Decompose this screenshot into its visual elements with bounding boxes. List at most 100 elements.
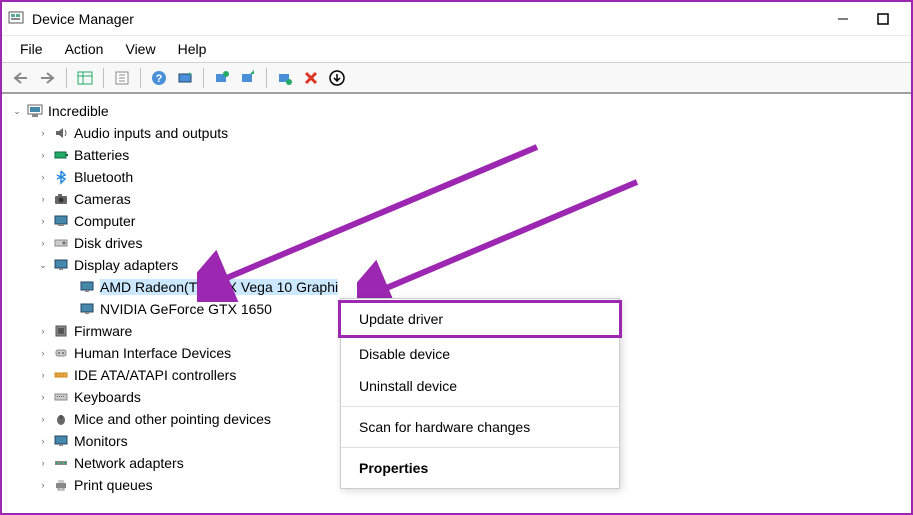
toolbar-separator: [266, 68, 267, 88]
expand-icon[interactable]: ›: [36, 214, 50, 228]
tree-label: Computer: [74, 213, 135, 229]
uninstall-button[interactable]: [236, 66, 260, 90]
ctx-separator: [341, 406, 619, 407]
tree-label: Bluetooth: [74, 169, 133, 185]
ctx-properties[interactable]: Properties: [341, 452, 619, 484]
window-title: Device Manager: [32, 11, 835, 27]
tree-label: IDE ATA/ATAPI controllers: [74, 367, 236, 383]
computer-icon: [26, 102, 44, 120]
no-expand: [62, 302, 76, 316]
menu-help[interactable]: Help: [168, 39, 217, 59]
tree-item-display-adapters[interactable]: ⌄ Display adapters: [6, 254, 907, 276]
update-driver-button[interactable]: [210, 66, 234, 90]
printer-icon: [52, 476, 70, 494]
bluetooth-icon: [52, 168, 70, 186]
toolbar-separator: [203, 68, 204, 88]
menu-action[interactable]: Action: [55, 39, 114, 59]
tree-item-amd-radeon[interactable]: AMD Radeon(TM) RX Vega 10 Graphi: [6, 276, 907, 298]
expand-icon[interactable]: ›: [36, 192, 50, 206]
disk-icon: [52, 234, 70, 252]
back-button[interactable]: [10, 66, 34, 90]
camera-icon: [52, 190, 70, 208]
expand-icon[interactable]: ›: [36, 236, 50, 250]
expand-icon[interactable]: ›: [36, 170, 50, 184]
show-hidden-button[interactable]: [73, 66, 97, 90]
menubar: File Action View Help: [2, 36, 911, 62]
expand-icon[interactable]: ›: [36, 390, 50, 404]
tree-label: Cameras: [74, 191, 131, 207]
display-icon: [78, 300, 96, 318]
svg-text:?: ?: [156, 73, 163, 85]
scan-button[interactable]: [173, 66, 197, 90]
tree-label: Print queues: [74, 477, 153, 493]
window-controls: [835, 11, 905, 27]
no-expand: [62, 280, 76, 294]
context-menu: Update driver Disable device Uninstall d…: [340, 298, 620, 489]
forward-button[interactable]: [36, 66, 60, 90]
tree-item-audio[interactable]: › Audio inputs and outputs: [6, 122, 907, 144]
tree-label: Mice and other pointing devices: [74, 411, 271, 427]
tree-item-bluetooth[interactable]: › Bluetooth: [6, 166, 907, 188]
mouse-icon: [52, 410, 70, 428]
tree-label: Keyboards: [74, 389, 141, 405]
tree-label: NVIDIA GeForce GTX 1650: [100, 301, 272, 317]
properties-button[interactable]: [110, 66, 134, 90]
toolbar-separator: [66, 68, 67, 88]
ide-icon: [52, 366, 70, 384]
toolbar: ?: [2, 62, 911, 94]
collapse-icon[interactable]: ⌄: [10, 104, 24, 118]
tree-label: Firmware: [74, 323, 132, 339]
computer-icon: [52, 212, 70, 230]
tree-label: Audio inputs and outputs: [74, 125, 228, 141]
app-icon: [8, 11, 24, 27]
toolbar-separator: [140, 68, 141, 88]
display-icon: [52, 256, 70, 274]
expand-icon[interactable]: ›: [36, 456, 50, 470]
menu-view[interactable]: View: [115, 39, 165, 59]
firmware-icon: [52, 322, 70, 340]
ctx-scan[interactable]: Scan for hardware changes: [341, 411, 619, 443]
expand-icon[interactable]: ›: [36, 434, 50, 448]
expand-icon[interactable]: ›: [36, 368, 50, 382]
maximize-button[interactable]: [875, 11, 891, 27]
help-button[interactable]: ?: [147, 66, 171, 90]
tree-item-cameras[interactable]: › Cameras: [6, 188, 907, 210]
tree-label: Batteries: [74, 147, 129, 163]
tree-label: Disk drives: [74, 235, 142, 251]
enable-button[interactable]: [325, 66, 349, 90]
hid-icon: [52, 344, 70, 362]
device-manager-window: Device Manager File Action View Help ?: [0, 0, 913, 515]
tree-label: AMD Radeon(TM) RX Vega 10 Graphi: [100, 279, 338, 295]
expand-icon[interactable]: ›: [36, 148, 50, 162]
ctx-uninstall-device[interactable]: Uninstall device: [341, 370, 619, 402]
tree-label: Display adapters: [74, 257, 178, 273]
tree-item-disk-drives[interactable]: › Disk drives: [6, 232, 907, 254]
battery-icon: [52, 146, 70, 164]
disable-button[interactable]: [273, 66, 297, 90]
delete-button[interactable]: [299, 66, 323, 90]
ctx-update-driver[interactable]: Update driver: [338, 300, 622, 338]
expand-icon[interactable]: ›: [36, 478, 50, 492]
menu-file[interactable]: File: [10, 39, 53, 59]
ctx-disable-device[interactable]: Disable device: [341, 338, 619, 370]
audio-icon: [52, 124, 70, 142]
expand-icon[interactable]: ›: [36, 126, 50, 140]
expand-icon[interactable]: ›: [36, 346, 50, 360]
tree-item-batteries[interactable]: › Batteries: [6, 144, 907, 166]
tree-label: Incredible: [48, 103, 109, 119]
network-icon: [52, 454, 70, 472]
ctx-separator: [341, 447, 619, 448]
tree-item-computer[interactable]: › Computer: [6, 210, 907, 232]
display-icon: [78, 278, 96, 296]
expand-icon[interactable]: ›: [36, 324, 50, 338]
tree-label: Monitors: [74, 433, 128, 449]
minimize-button[interactable]: [835, 11, 851, 27]
tree-label: Human Interface Devices: [74, 345, 231, 361]
tree-label: Network adapters: [74, 455, 184, 471]
keyboard-icon: [52, 388, 70, 406]
toolbar-separator: [103, 68, 104, 88]
expand-icon[interactable]: ›: [36, 412, 50, 426]
monitor-icon: [52, 432, 70, 450]
tree-root[interactable]: ⌄ Incredible: [6, 100, 907, 122]
collapse-icon[interactable]: ⌄: [36, 258, 50, 272]
